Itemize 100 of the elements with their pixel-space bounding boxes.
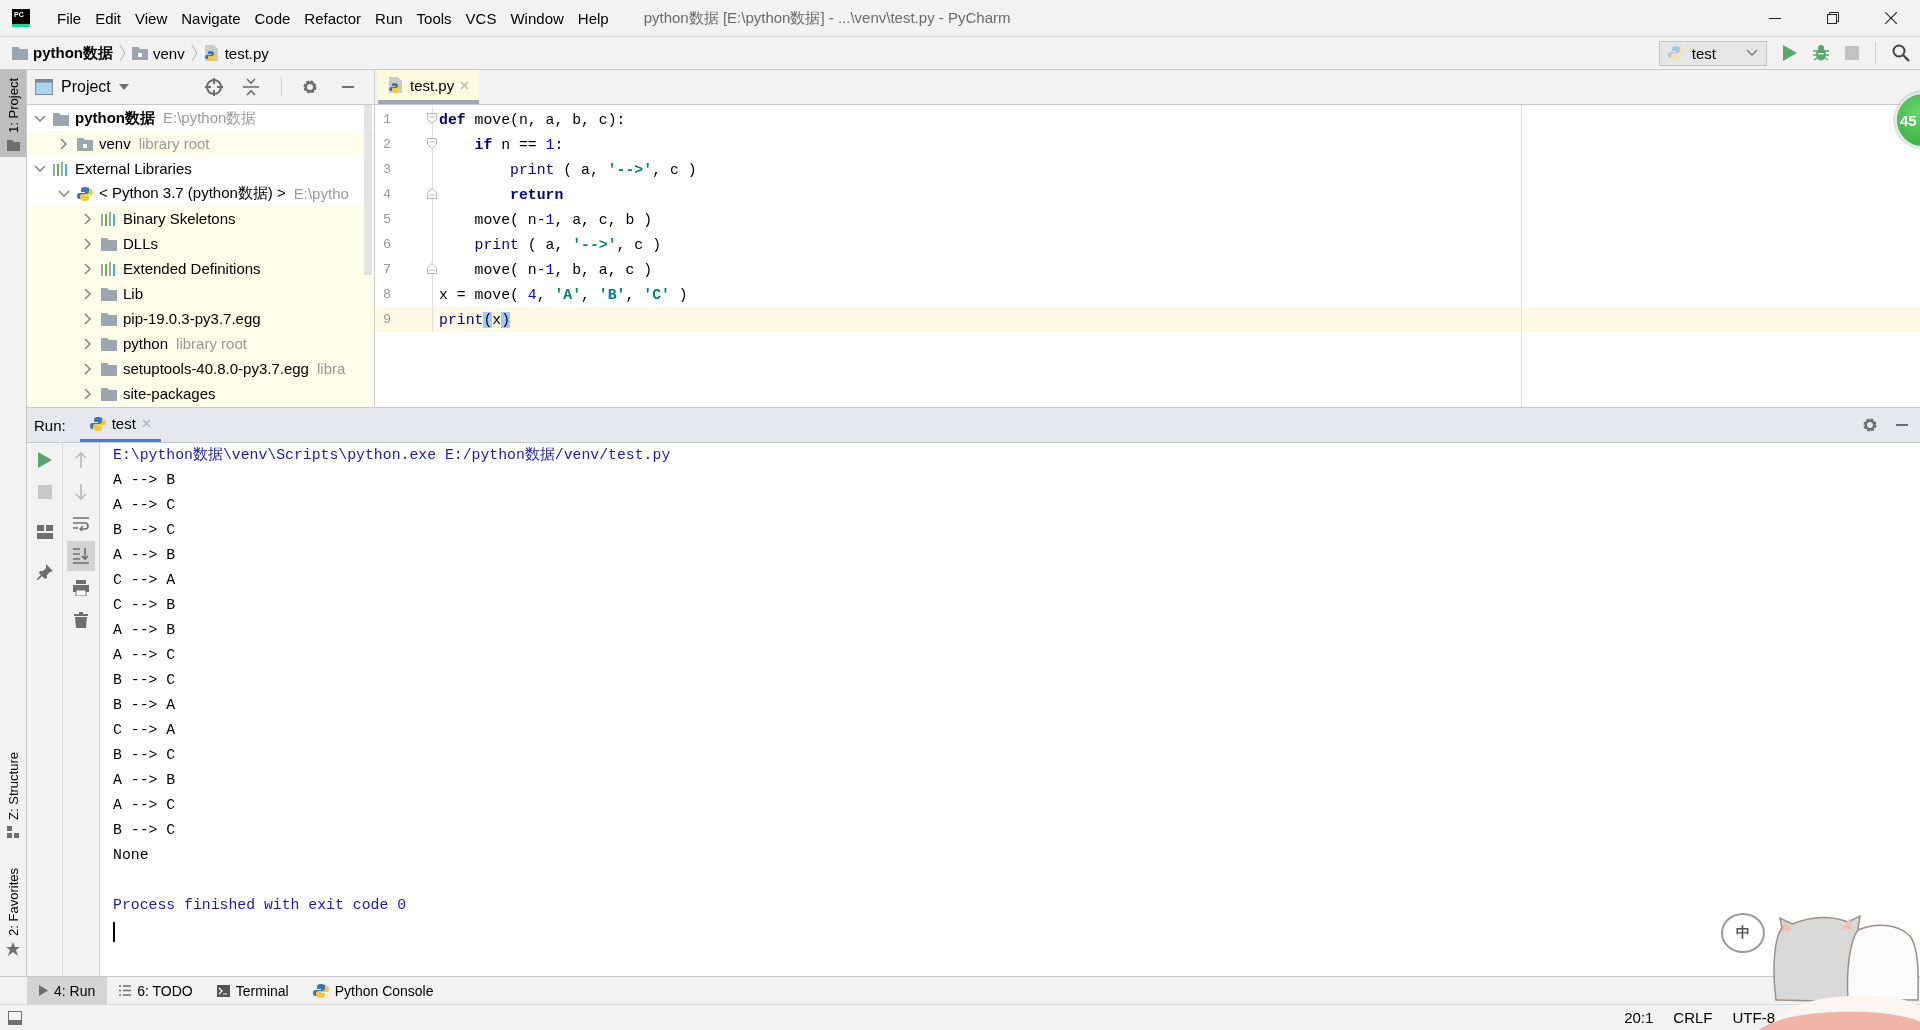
menu-item[interactable]: VCS bbox=[458, 5, 504, 31]
chevron-right-icon[interactable] bbox=[83, 262, 93, 275]
chevron-down-icon[interactable] bbox=[34, 163, 46, 174]
text-cursor bbox=[113, 922, 115, 942]
fold-marker-icon[interactable] bbox=[427, 113, 437, 124]
chevron-right-icon[interactable] bbox=[83, 362, 93, 375]
tool-window-tab[interactable]: 6: TODO bbox=[107, 977, 205, 1004]
code-line: move( n-1, b, a, c ) bbox=[473, 261, 653, 278]
editor-tab[interactable]: test.py bbox=[378, 70, 480, 104]
tree-item[interactable]: python数据 bbox=[75, 109, 155, 128]
chevron-right-icon[interactable] bbox=[83, 212, 93, 225]
restore-icon[interactable] bbox=[1827, 12, 1839, 24]
project-view-icon bbox=[35, 79, 53, 95]
chevron-down-icon[interactable] bbox=[34, 113, 46, 124]
soft-wrap-icon[interactable] bbox=[73, 517, 89, 531]
tree-item[interactable]: Lib bbox=[123, 285, 144, 302]
chevron-right-icon[interactable] bbox=[83, 337, 93, 350]
code-line: print(x) bbox=[438, 311, 511, 328]
chevron-right-icon[interactable] bbox=[83, 237, 93, 250]
tree-item[interactable]: python bbox=[123, 335, 169, 352]
folder-icon bbox=[101, 286, 117, 301]
tool-window-tab[interactable]: 2: Favorites bbox=[0, 860, 26, 962]
console-line: A --> C bbox=[113, 796, 177, 815]
menu-item[interactable]: Tools bbox=[409, 5, 459, 31]
scroll-to-end-icon[interactable] bbox=[73, 548, 89, 564]
tree-item[interactable]: setuptools-40.8.0-py3.7.egg bbox=[123, 360, 309, 377]
chevron-right-icon[interactable] bbox=[59, 137, 69, 150]
trash-icon[interactable] bbox=[74, 612, 88, 628]
fold-marker-icon[interactable] bbox=[427, 188, 437, 199]
menu-item[interactable]: Code bbox=[247, 5, 298, 31]
menu-item[interactable]: Run bbox=[368, 5, 410, 31]
terminal-icon bbox=[216, 984, 230, 997]
tree-item-hint: E:\pytho bbox=[293, 185, 349, 202]
scrollbar-thumb[interactable] bbox=[364, 105, 372, 275]
chevron-right-icon[interactable] bbox=[83, 287, 93, 300]
chevron-down-icon bbox=[1746, 49, 1758, 57]
line-number: 7 bbox=[375, 257, 433, 282]
console-line: B --> C bbox=[113, 746, 177, 765]
tree-item[interactable]: < Python 3.7 (python数据) > bbox=[99, 184, 286, 203]
folder-icon bbox=[101, 311, 117, 326]
status-item[interactable]: 20:1 bbox=[1624, 1009, 1654, 1026]
chevron-down-icon[interactable] bbox=[58, 188, 70, 199]
folder-icon bbox=[101, 361, 117, 376]
status-item[interactable]: CRLF bbox=[1673, 1009, 1713, 1026]
run-icon[interactable] bbox=[1783, 45, 1797, 61]
bug-icon[interactable] bbox=[1813, 45, 1829, 61]
run-configuration-dropdown[interactable]: test bbox=[1658, 40, 1767, 66]
collapse-all-icon[interactable] bbox=[243, 78, 259, 96]
line-number: 1 bbox=[375, 107, 433, 132]
console-line: C --> A bbox=[113, 571, 177, 590]
breadcrumb[interactable]: test.py bbox=[203, 44, 269, 62]
fold-marker-icon[interactable] bbox=[427, 138, 437, 149]
tool-window-tab[interactable]: Python Console bbox=[300, 977, 446, 1004]
up-arrow-icon[interactable] bbox=[75, 452, 87, 468]
dropdown-caret-icon[interactable] bbox=[118, 84, 129, 90]
list-icon bbox=[119, 985, 132, 996]
menu-item[interactable]: Help bbox=[570, 5, 616, 31]
menu-item[interactable]: Navigate bbox=[174, 5, 248, 31]
python-file-icon bbox=[388, 77, 404, 93]
library-icon bbox=[101, 261, 117, 276]
close-icon[interactable] bbox=[1885, 12, 1897, 24]
console-line: Process finished with exit code 0 bbox=[113, 896, 408, 915]
panel-toggle-icon[interactable] bbox=[8, 1010, 22, 1025]
menu-item[interactable]: File bbox=[50, 5, 89, 31]
tool-window-tab[interactable]: 1: Project bbox=[0, 70, 26, 157]
rerun-icon[interactable] bbox=[37, 452, 52, 468]
tool-window-tab[interactable]: Z: Structure bbox=[0, 744, 26, 845]
print-icon[interactable] bbox=[73, 580, 89, 596]
tree-item[interactable]: DLLs bbox=[123, 235, 159, 252]
tree-item[interactable]: site-packages bbox=[123, 385, 216, 402]
layout-icon[interactable] bbox=[36, 525, 53, 539]
tool-window-tab[interactable]: 4: Run bbox=[27, 977, 108, 1004]
console-line: None bbox=[113, 846, 150, 865]
structure-icon bbox=[7, 826, 19, 839]
menu-item[interactable]: Window bbox=[503, 5, 571, 31]
tree-item[interactable]: venv bbox=[99, 135, 131, 152]
chevron-right-icon[interactable] bbox=[83, 312, 93, 325]
run-icon bbox=[39, 985, 48, 996]
fold-marker-icon[interactable] bbox=[427, 263, 437, 274]
window-title: python数据 [E:\python数据] - ...\venv\test.py - PyCharm bbox=[643, 8, 1011, 28]
search-icon[interactable] bbox=[1892, 44, 1910, 62]
status-item[interactable]: UTF-8 bbox=[1732, 1009, 1775, 1026]
breadcrumb[interactable]: venv bbox=[132, 44, 185, 62]
tool-window-tab[interactable]: Terminal bbox=[204, 977, 301, 1004]
breadcrumb[interactable]: python数据 bbox=[12, 43, 113, 63]
menu-item[interactable]: Refactor bbox=[297, 5, 369, 31]
library-icon bbox=[101, 211, 117, 226]
settings-icon[interactable] bbox=[302, 79, 318, 95]
tree-item[interactable]: External Libraries bbox=[75, 160, 192, 177]
panel-title[interactable]: Project bbox=[61, 78, 111, 96]
locate-icon[interactable] bbox=[205, 78, 223, 96]
menu-item[interactable]: Edit bbox=[88, 5, 129, 31]
down-arrow-icon[interactable] bbox=[75, 484, 87, 500]
console-line: B --> C bbox=[113, 821, 177, 840]
pin-icon[interactable] bbox=[36, 564, 53, 580]
console-line: A --> C bbox=[113, 646, 177, 665]
settings-icon[interactable] bbox=[1862, 417, 1878, 433]
menu-item[interactable]: View bbox=[128, 5, 175, 31]
python-file-icon bbox=[203, 45, 220, 61]
chevron-right-icon[interactable] bbox=[83, 387, 93, 400]
